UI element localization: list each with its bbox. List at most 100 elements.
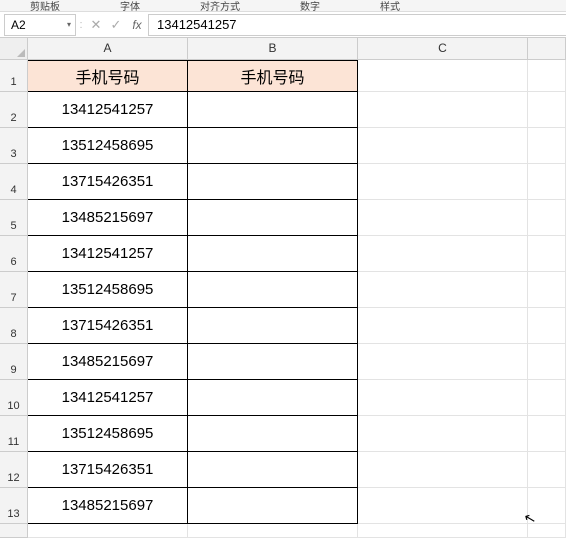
cell-A5[interactable]: 13485215697 <box>28 200 188 236</box>
table-row <box>0 524 566 538</box>
cell-A9[interactable]: 13485215697 <box>28 344 188 380</box>
cell-B3[interactable] <box>188 128 358 164</box>
cell-D7[interactable] <box>528 272 566 308</box>
table-row: 11 13512458695 <box>0 416 566 452</box>
ribbon-group-label: 样式 <box>380 0 400 13</box>
ribbon-group-label: 数字 <box>300 0 320 13</box>
table-row: 13 13485215697 <box>0 488 566 524</box>
cell-B8[interactable] <box>188 308 358 344</box>
cell-D9[interactable] <box>528 344 566 380</box>
cell-D1[interactable] <box>528 60 566 92</box>
cell-C6[interactable] <box>358 236 528 272</box>
row-header[interactable]: 10 <box>0 380 28 416</box>
cell-B13[interactable] <box>188 488 358 524</box>
table-row: 3 13512458695 <box>0 128 566 164</box>
cell-D2[interactable] <box>528 92 566 128</box>
name-box[interactable]: A2 ▾ <box>4 14 76 36</box>
table-row: 6 13412541257 <box>0 236 566 272</box>
cell-D6[interactable] <box>528 236 566 272</box>
row-header[interactable]: 6 <box>0 236 28 272</box>
row-header[interactable]: 11 <box>0 416 28 452</box>
cell-C4[interactable] <box>358 164 528 200</box>
column-header-B[interactable]: B <box>188 38 358 60</box>
column-header-C[interactable]: C <box>358 38 528 60</box>
formula-value: 13412541257 <box>157 17 237 32</box>
cell-C12[interactable] <box>358 452 528 488</box>
cell-A13[interactable]: 13485215697 <box>28 488 188 524</box>
cell-B5[interactable] <box>188 200 358 236</box>
cell-B7[interactable] <box>188 272 358 308</box>
row-header[interactable]: 12 <box>0 452 28 488</box>
cell-D8[interactable] <box>528 308 566 344</box>
cell-B4[interactable] <box>188 164 358 200</box>
cell-D12[interactable] <box>528 452 566 488</box>
chevron-down-icon[interactable]: ▾ <box>67 20 71 29</box>
cell-B2[interactable] <box>188 92 358 128</box>
cell-B12[interactable] <box>188 452 358 488</box>
row-header[interactable]: 3 <box>0 128 28 164</box>
cell-A6[interactable]: 13412541257 <box>28 236 188 272</box>
column-headers: A B C <box>0 38 566 60</box>
cell-C8[interactable] <box>358 308 528 344</box>
cancel-button[interactable]: ✕ <box>86 17 106 33</box>
cell-D3[interactable] <box>528 128 566 164</box>
cell[interactable] <box>188 524 358 538</box>
ribbon-group-label: 对齐方式 <box>200 0 240 13</box>
row-header[interactable] <box>0 524 28 538</box>
cell-C2[interactable] <box>358 92 528 128</box>
cell-C13[interactable] <box>358 488 528 524</box>
cell-D11[interactable] <box>528 416 566 452</box>
table-row: 9 13485215697 <box>0 344 566 380</box>
row-header[interactable]: 9 <box>0 344 28 380</box>
cell-B1[interactable]: 手机号码 <box>188 60 358 92</box>
table-row: 4 13715426351 <box>0 164 566 200</box>
cell-A1[interactable]: 手机号码 <box>28 60 188 92</box>
cell-C7[interactable] <box>358 272 528 308</box>
cell-B10[interactable] <box>188 380 358 416</box>
ribbon-group-label: 字体 <box>120 0 140 13</box>
cell-A7[interactable]: 13512458695 <box>28 272 188 308</box>
cell-B11[interactable] <box>188 416 358 452</box>
row-header[interactable]: 8 <box>0 308 28 344</box>
row-header[interactable]: 4 <box>0 164 28 200</box>
cell-C11[interactable] <box>358 416 528 452</box>
fx-icon[interactable]: fx <box>126 18 148 32</box>
cell-D5[interactable] <box>528 200 566 236</box>
row-header[interactable]: 2 <box>0 92 28 128</box>
formula-bar-row: A2 ▾ : ✕ ✓ fx 13412541257 <box>0 12 566 38</box>
cell-A2[interactable]: 13412541257 <box>28 92 188 128</box>
formula-input[interactable]: 13412541257 <box>148 14 566 36</box>
cell-A11[interactable]: 13512458695 <box>28 416 188 452</box>
cell-D10[interactable] <box>528 380 566 416</box>
select-all-corner[interactable] <box>0 38 28 60</box>
row-header[interactable]: 7 <box>0 272 28 308</box>
cell-A8[interactable]: 13715426351 <box>28 308 188 344</box>
table-row: 2 13412541257 <box>0 92 566 128</box>
cell-B9[interactable] <box>188 344 358 380</box>
cell[interactable] <box>28 524 188 538</box>
enter-button[interactable]: ✓ <box>106 17 126 33</box>
cell-D4[interactable] <box>528 164 566 200</box>
table-row: 7 13512458695 <box>0 272 566 308</box>
cell-C10[interactable] <box>358 380 528 416</box>
cell-C1[interactable] <box>358 60 528 92</box>
table-row: 5 13485215697 <box>0 200 566 236</box>
row-header[interactable]: 5 <box>0 200 28 236</box>
row-header[interactable]: 13 <box>0 488 28 524</box>
column-header-A[interactable]: A <box>28 38 188 60</box>
cell-A10[interactable]: 13412541257 <box>28 380 188 416</box>
cell-A12[interactable]: 13715426351 <box>28 452 188 488</box>
ribbon-group-label: 剪贴板 <box>30 0 60 13</box>
cell[interactable] <box>358 524 528 538</box>
column-header-D[interactable] <box>528 38 566 60</box>
cell-C9[interactable] <box>358 344 528 380</box>
cell-A3[interactable]: 13512458695 <box>28 128 188 164</box>
name-box-value: A2 <box>11 18 26 32</box>
cell-C3[interactable] <box>358 128 528 164</box>
row-header[interactable]: 1 <box>0 60 28 92</box>
table-row: 8 13715426351 <box>0 308 566 344</box>
cell-C5[interactable] <box>358 200 528 236</box>
table-row: 1 手机号码 手机号码 <box>0 60 566 92</box>
cell-A4[interactable]: 13715426351 <box>28 164 188 200</box>
cell-B6[interactable] <box>188 236 358 272</box>
